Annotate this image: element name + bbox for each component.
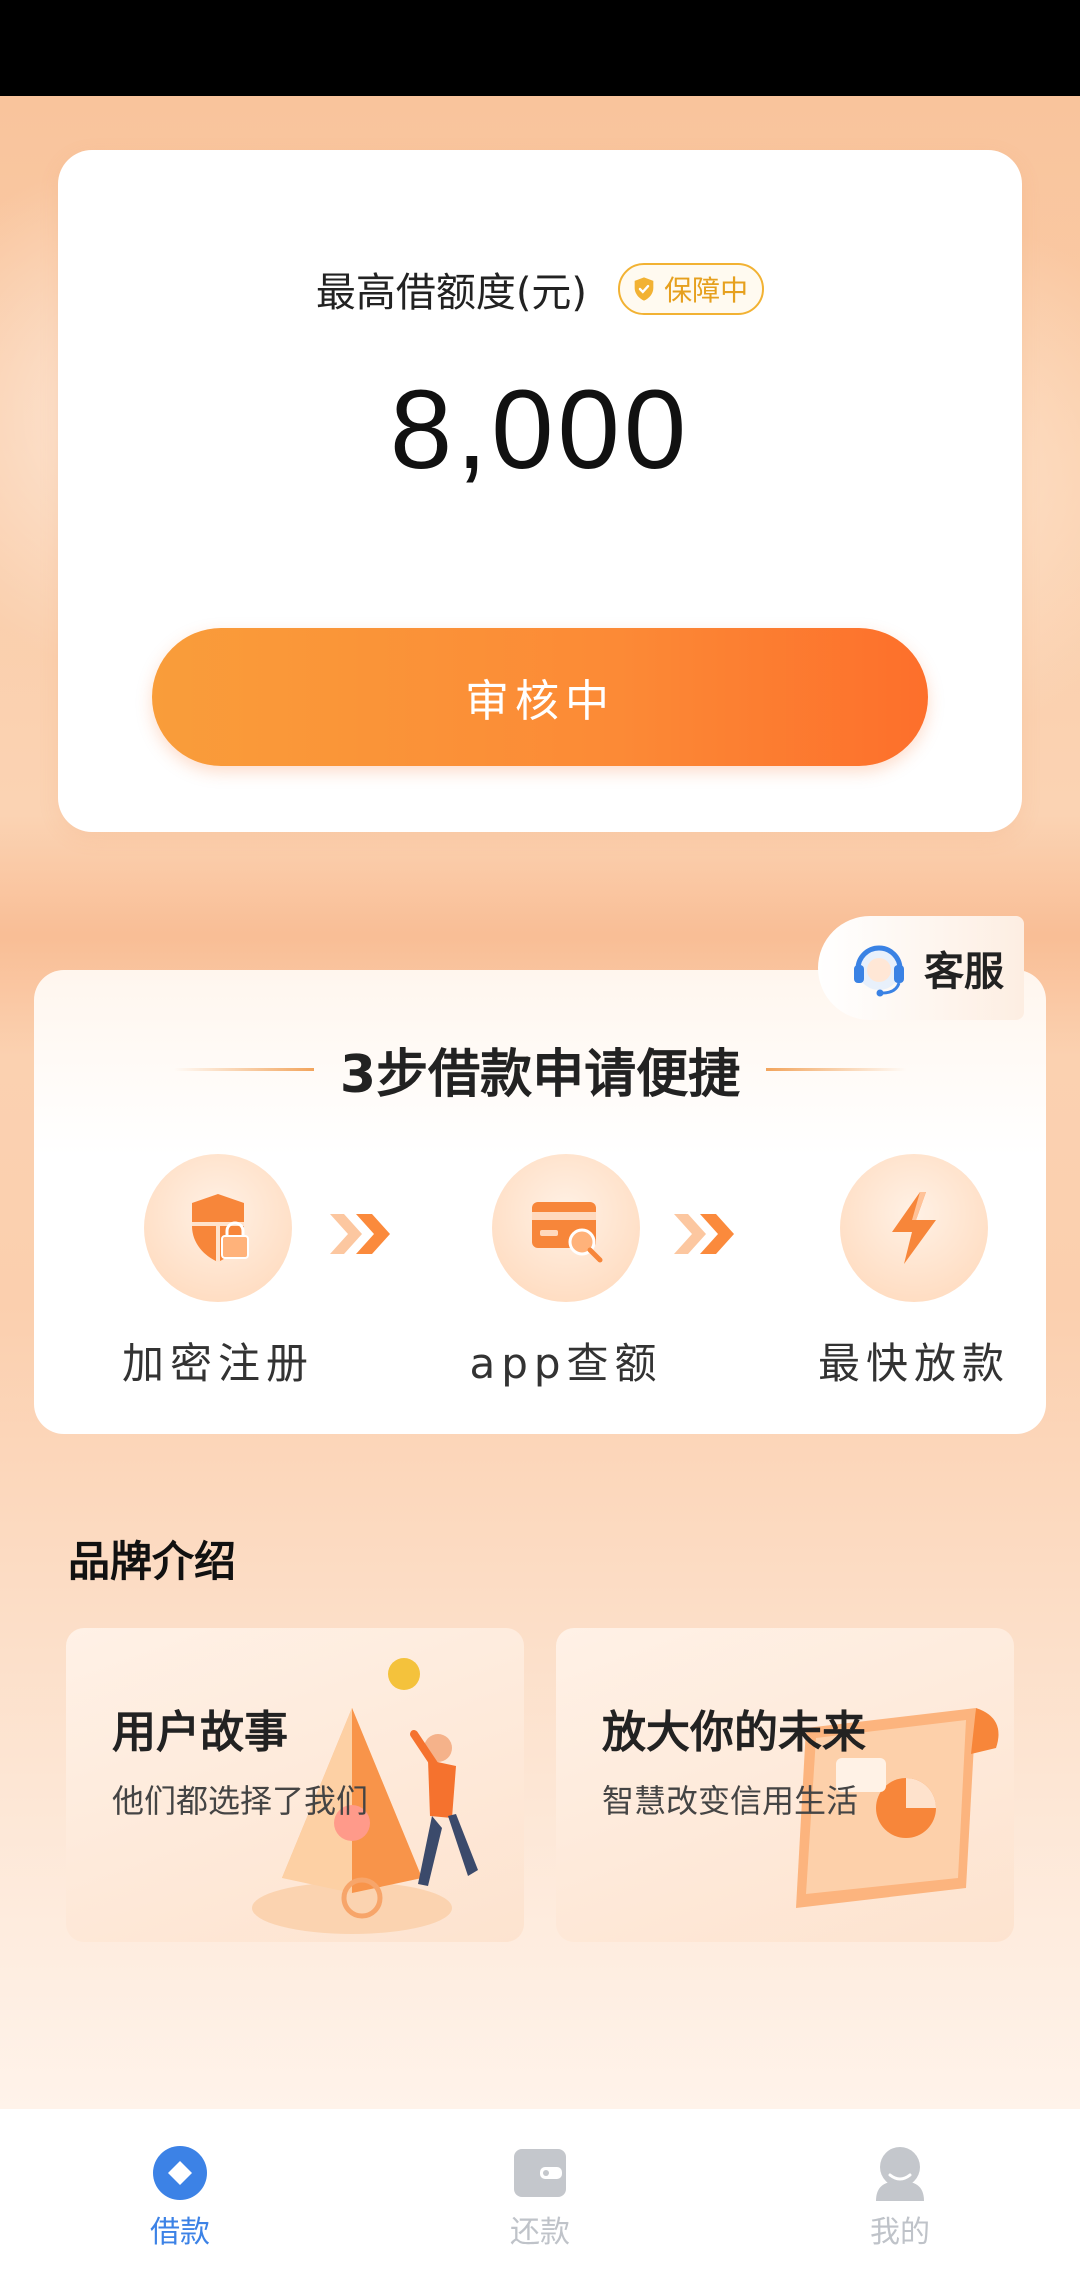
quota-header: 最高借额度(元) 保障中: [58, 260, 1022, 318]
shield-lock-icon: [192, 1194, 249, 1262]
brand-card-subtitle: 智慧改变信用生活: [602, 1782, 859, 1820]
brand-card-future[interactable]: 放大你的未来 智慧改变信用生活: [556, 1628, 1014, 1942]
user-icon: [876, 2147, 924, 2201]
step-icon-circle: [840, 1154, 988, 1302]
brand-card-title: 用户故事: [112, 1707, 288, 1758]
step-encrypted-register[interactable]: 加密注册: [98, 1154, 338, 1391]
chevron-right-double-icon: [674, 1214, 734, 1254]
nav-label: 我的: [870, 2215, 930, 2250]
wallet-icon: [514, 2149, 566, 2197]
nav-label: 还款: [510, 2215, 570, 2250]
steps-card: 3步借款申请便捷 加密注册 app查额 最快放款: [34, 970, 1046, 1434]
quota-label: 最高借额度(元): [315, 270, 588, 316]
step-icon-circle: [144, 1154, 292, 1302]
title-divider-left: [173, 1068, 314, 1071]
nav-item-repay[interactable]: 还款: [440, 2145, 640, 2251]
step-icon-circle: [492, 1154, 640, 1302]
brand-card-user-stories[interactable]: 用户故事 他们都选择了我们: [66, 1628, 524, 1942]
step-label: 最快放款: [817, 1339, 1010, 1388]
nav-label: 借款: [150, 2215, 210, 2250]
title-divider-right: [766, 1068, 907, 1071]
status-bar: [0, 0, 1080, 96]
steps-title-row: 3步借款申请便捷: [34, 1032, 1046, 1107]
bottom-navigation: 借款 还款 我的: [0, 2109, 1080, 2280]
quota-card: 最高借额度(元) 保障中 8,000 审核中: [58, 150, 1022, 832]
steps-title: 3步借款申请便捷: [339, 1045, 741, 1105]
step-label: app查额: [469, 1339, 663, 1388]
shield-check-icon: [634, 277, 654, 301]
brand-heading: 品牌介绍: [68, 1537, 237, 1586]
brand-card-title: 放大你的未来: [602, 1707, 866, 1758]
guarantee-badge-label: 保障中: [664, 274, 749, 307]
chevron-right-double-icon: [330, 1214, 390, 1254]
customer-service-button[interactable]: 客服: [818, 916, 1024, 1020]
customer-service-label: 客服: [924, 949, 1004, 995]
step-fast-payout[interactable]: 最快放款: [794, 1154, 1034, 1391]
card-search-icon: [532, 1202, 603, 1263]
headset-icon: [854, 945, 904, 997]
nav-item-borrow[interactable]: 借款: [80, 2145, 280, 2251]
borrow-icon: [153, 2146, 207, 2200]
guarantee-badge: 保障中: [618, 263, 765, 315]
quota-amount: 8,000: [389, 367, 691, 492]
review-status-button[interactable]: 审核中: [152, 628, 928, 766]
brand-card-subtitle: 他们都选择了我们: [112, 1782, 369, 1820]
step-app-check-quota[interactable]: app查额: [446, 1154, 686, 1391]
nav-item-mine[interactable]: 我的: [800, 2145, 1000, 2251]
lightning-icon: [892, 1192, 936, 1264]
step-label: 加密注册: [121, 1339, 314, 1388]
